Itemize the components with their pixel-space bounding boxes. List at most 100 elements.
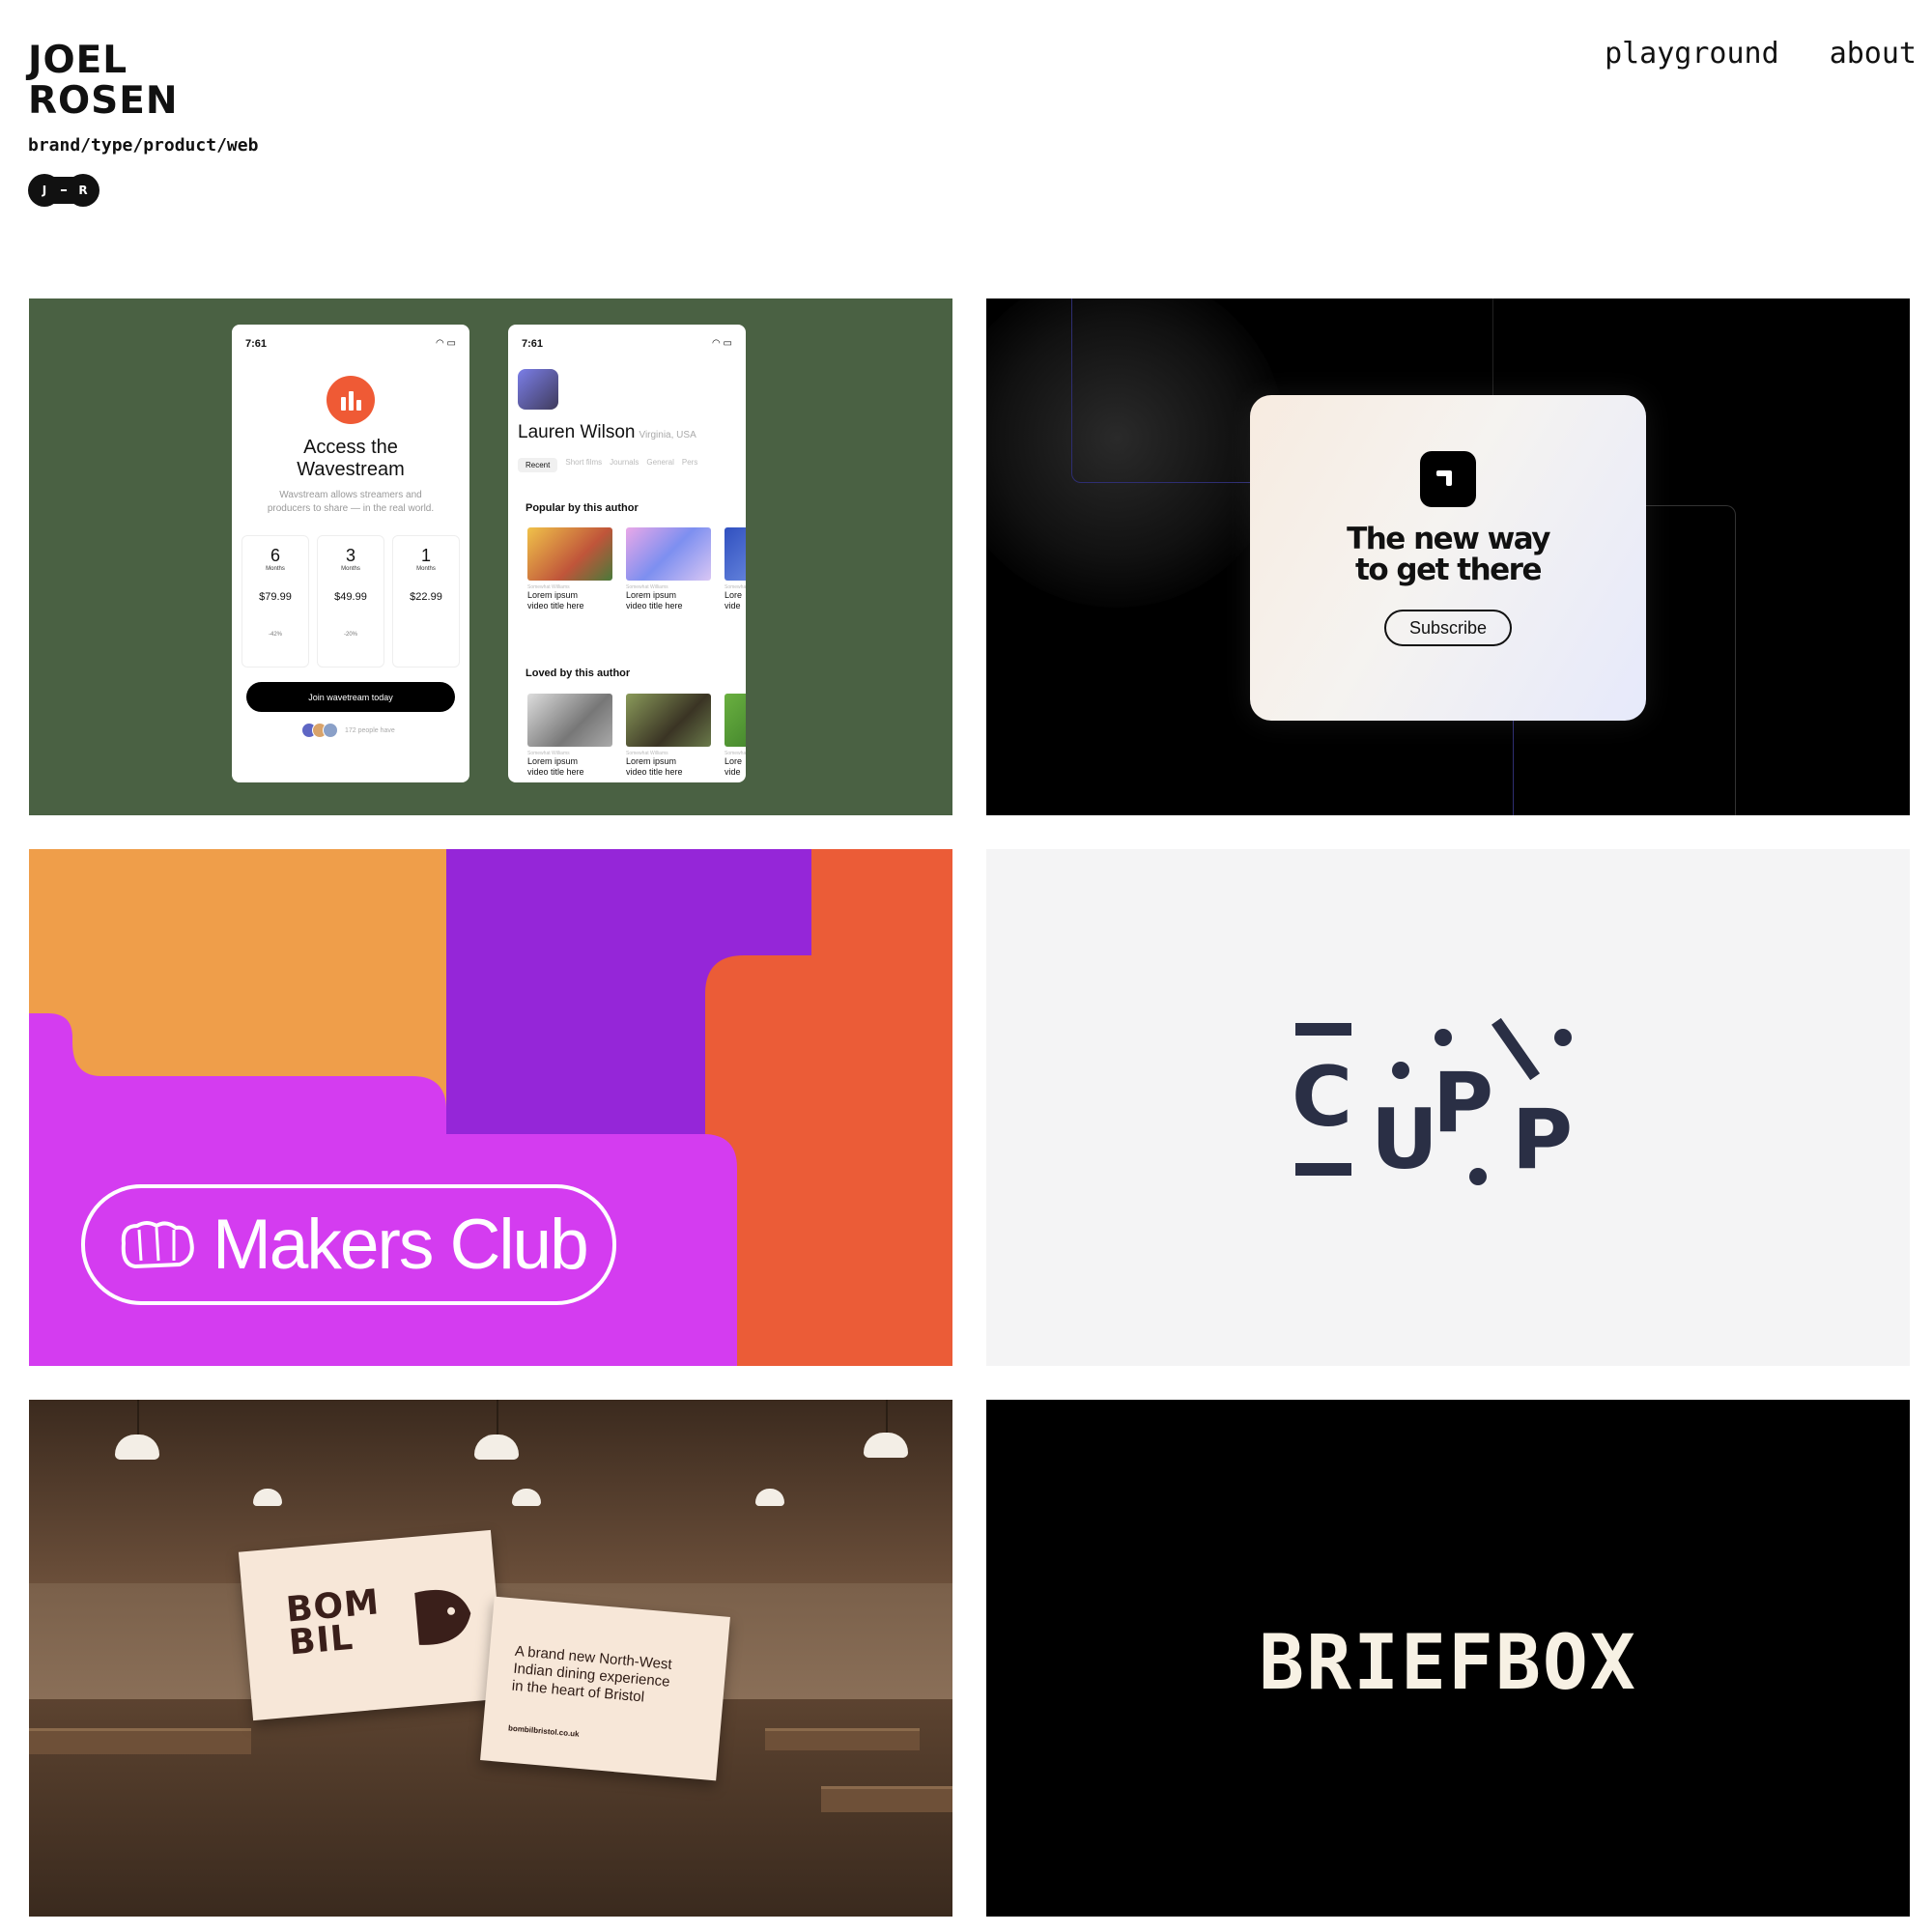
- video-title-line-2: video title here: [527, 601, 584, 611]
- logo-dot: [1392, 1062, 1409, 1079]
- decorative-line: [1071, 298, 1265, 483]
- monogram-r: R: [67, 174, 99, 207]
- status-icons: ◠ ▭: [436, 338, 456, 349]
- profile-location: Virginia, USA: [639, 430, 696, 440]
- video-title-line-1: Lorem ipsum: [626, 756, 677, 766]
- nav-about-link[interactable]: about: [1830, 37, 1917, 71]
- section-popular-title: Popular by this author: [526, 502, 639, 514]
- video-title-line-1: Lorem ipsum: [626, 590, 677, 600]
- video-title-line-1: Lore: [724, 590, 743, 600]
- site-logo[interactable]: JOEL ROSEN: [28, 41, 179, 122]
- subscribe-card: The new way to get there Subscribe: [1250, 395, 1646, 721]
- phone-mockup-pricing: 7:61 ◠ ▭ Access the Wavestream Wavstream…: [232, 325, 469, 782]
- video-title-line-2: video title here: [626, 601, 683, 611]
- headline-line-1: The new way: [1347, 522, 1550, 556]
- avatar: [323, 723, 338, 738]
- fish-icon: [414, 1589, 471, 1645]
- project-tile-subscribe[interactable]: The new way to get there Subscribe: [986, 298, 1910, 815]
- decorative-line: [1646, 505, 1736, 815]
- profile-name-row: Lauren Wilson Virginia, USA: [518, 422, 696, 443]
- bombil-url: bombilbristol.co.uk: [507, 1723, 580, 1739]
- fist-icon: [121, 1220, 194, 1268]
- video-card: Somewhat Williams Lorem ipsum video titl…: [626, 527, 711, 611]
- bombil-tagline: A brand new North-West Indian dining exp…: [511, 1643, 672, 1709]
- makers-club-label: Makers Club: [213, 1206, 589, 1284]
- subscribe-button: Subscribe: [1384, 610, 1512, 646]
- main-nav: playground about: [1605, 37, 1917, 71]
- pricing-title-line-1: Access the: [303, 437, 398, 458]
- bombil-logo-line-2: BIL: [287, 1617, 355, 1663]
- dining-table: [29, 1728, 251, 1754]
- video-card-partial: Somewhat Williams Lore vide: [724, 694, 746, 778]
- plan-price: $22.99: [410, 591, 442, 603]
- plan-card: 1 Months $22.99: [392, 535, 460, 668]
- profile-name: Lauren Wilson: [518, 422, 636, 442]
- video-card: Somewhat Williams Lorem ipsum video titl…: [527, 694, 612, 778]
- project-tile-wavestream[interactable]: 7:61 ◠ ▭ Access the Wavestream Wavstream…: [29, 298, 952, 815]
- plan-unit: Months: [416, 566, 436, 572]
- monogram-j: J: [28, 174, 61, 207]
- logo-bar: [1295, 1023, 1351, 1036]
- video-thumbnail: [626, 527, 711, 581]
- logo-dot: [1435, 1029, 1452, 1046]
- app-logo-icon: [1420, 451, 1476, 507]
- decorative-line: [1513, 721, 1514, 815]
- cupp-logo: C U P P: [1292, 1017, 1605, 1197]
- video-thumbnail: [527, 694, 612, 747]
- bombil-info-card: A brand new North-West Indian dining exp…: [480, 1596, 730, 1781]
- plan-card: 6 Months $79.99 -42%: [242, 535, 309, 668]
- people-avatars: 172 people have: [301, 723, 395, 738]
- video-title-line-2: vide: [724, 601, 741, 611]
- project-tile-makers-club[interactable]: Makers Club: [29, 849, 952, 1366]
- logo-letter-p-2: P: [1512, 1092, 1574, 1188]
- monogram-badge: J R: [28, 172, 99, 209]
- logo-dot: [1554, 1029, 1572, 1046]
- video-title-line-2: video title here: [626, 767, 683, 777]
- phone-time: 7:61: [522, 338, 544, 350]
- plan-months: 3: [345, 546, 355, 565]
- logo-letter-c: C: [1292, 1049, 1353, 1146]
- plan-unit: Months: [341, 566, 360, 572]
- video-card: Somewhat Williams Lorem ipsum video titl…: [527, 527, 612, 611]
- video-title-line-2: vide: [724, 767, 741, 777]
- lamp-cord: [137, 1400, 139, 1436]
- bombil-logo-card: BOM BIL: [238, 1529, 506, 1721]
- video-title-line-2: video title here: [527, 767, 584, 777]
- wavestream-logo-icon: [327, 376, 375, 424]
- project-tile-briefbox[interactable]: BRIEFBOX: [986, 1400, 1910, 1917]
- project-tile-bombil[interactable]: BOM BIL A brand new North-West Indian di…: [29, 1400, 952, 1917]
- video-card: Somewhat Williams Lorem ipsum video titl…: [626, 694, 711, 778]
- plan-months: 6: [270, 546, 280, 565]
- pricing-title-line-2: Wavestream: [297, 459, 405, 480]
- video-thumbnail: [724, 527, 746, 581]
- status-icons: ◠ ▭: [712, 338, 732, 349]
- project-tile-cupp[interactable]: C U P P: [986, 849, 1910, 1366]
- video-title-line-1: Lorem ipsum: [527, 590, 579, 600]
- logo-slash: [1492, 1017, 1540, 1081]
- logo-letter-p: P: [1433, 1055, 1494, 1151]
- tab-pers: Pers: [681, 458, 698, 467]
- tab-journals: Journals: [610, 458, 639, 467]
- profile-tabs: Recent Short films Journals General Pers: [518, 458, 697, 472]
- logo-bar: [1295, 1163, 1351, 1176]
- loved-row: Somewhat Williams Lorem ipsum video titl…: [527, 694, 746, 778]
- logo-line-2: ROSEN: [28, 79, 179, 123]
- briefbox-wordmark: BRIEFBOX: [1259, 1620, 1637, 1707]
- profile-avatar: [518, 369, 558, 410]
- subscribe-headline: The new way to get there: [1250, 524, 1646, 585]
- makers-club-badge: Makers Club: [81, 1184, 616, 1305]
- people-count: 172 people have: [345, 726, 395, 734]
- tab-general: General: [646, 458, 674, 467]
- video-title-line-1: Lorem ipsum: [527, 756, 579, 766]
- nav-playground-link[interactable]: playground: [1605, 37, 1779, 71]
- plan-card: 3 Months $49.99 -20%: [317, 535, 384, 668]
- logo-line-1: JOEL: [28, 39, 128, 82]
- video-title-line-1: Lore: [724, 756, 743, 766]
- popular-row: Somewhat Williams Lorem ipsum video titl…: [527, 527, 746, 611]
- logo-dot: [1469, 1168, 1487, 1185]
- headline-line-2: to get there: [1355, 553, 1542, 587]
- section-loved-title: Loved by this author: [526, 668, 631, 679]
- plan-discount: -42%: [268, 632, 282, 638]
- plan-price: $79.99: [259, 591, 292, 603]
- phone-time: 7:61: [245, 338, 268, 350]
